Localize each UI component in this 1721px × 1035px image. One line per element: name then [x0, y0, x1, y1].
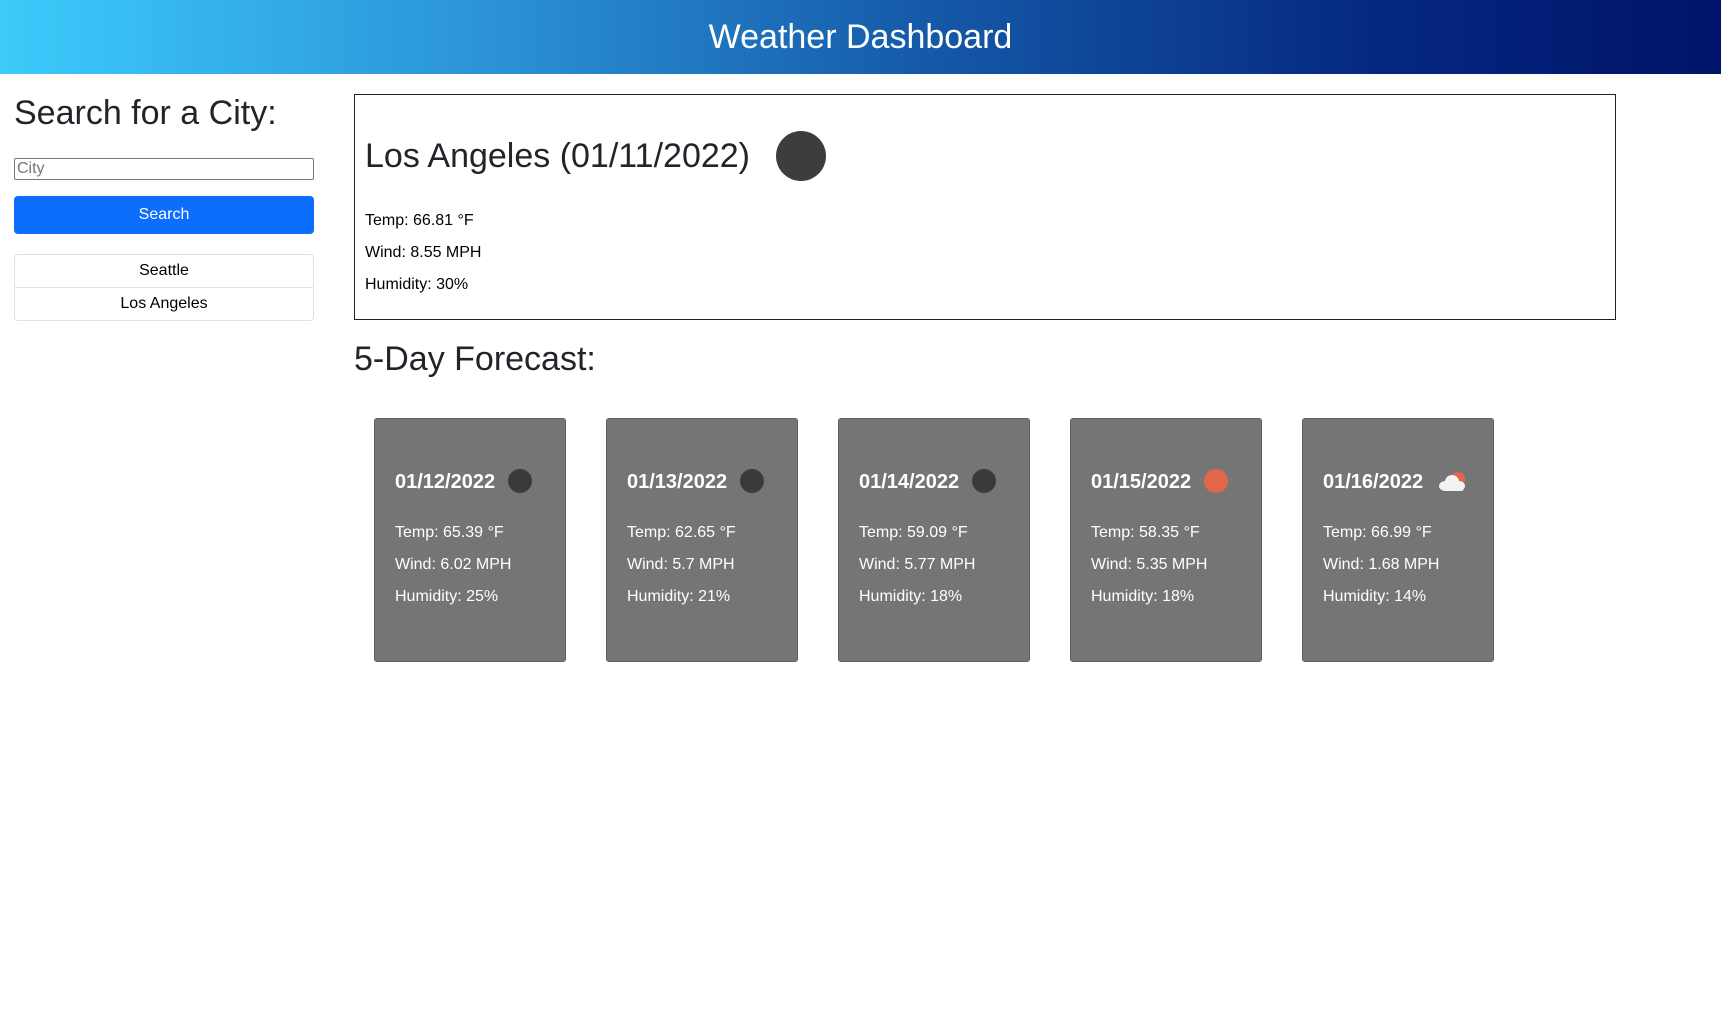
forecast-card-header: 01/12/2022	[395, 469, 545, 495]
forecast-card: 01/16/2022 Temp: 66.99 °F Wind: 1.68 MPH…	[1302, 418, 1494, 662]
forecast-humidity: Humidity: 18%	[1091, 588, 1195, 605]
history-item-seattle[interactable]: Seattle	[15, 255, 313, 287]
city-search-input[interactable]	[14, 158, 314, 180]
sun-icon	[1204, 469, 1230, 495]
forecast-stats: Temp: 58.35 °F Wind: 5.35 MPH Humidity: …	[1091, 517, 1241, 613]
forecast-card-header: 01/16/2022	[1323, 469, 1473, 495]
forecast-date: 01/13/2022	[627, 470, 728, 493]
moon-dark-icon	[508, 469, 534, 495]
forecast-wind: Wind: 5.77 MPH	[859, 556, 976, 573]
forecast-wind: Wind: 5.35 MPH	[1091, 556, 1208, 573]
search-button[interactable]: Search	[14, 196, 314, 234]
forecast-card: 01/14/2022 Temp: 59.09 °F Wind: 5.77 MPH…	[838, 418, 1030, 662]
search-sidebar: Search for a City: Search Seattle Los An…	[14, 90, 314, 321]
forecast-wind: Wind: 1.68 MPH	[1323, 556, 1440, 573]
current-weather-stats: Temp: 66.81 °F Wind: 8.55 MPH Humidity: …	[365, 205, 1605, 301]
forecast-heading: 5-Day Forecast:	[354, 340, 596, 378]
forecast-card-header: 01/14/2022	[859, 469, 1009, 495]
page-title: Weather Dashboard	[708, 17, 1013, 56]
forecast-card: 01/13/2022 Temp: 62.65 °F Wind: 5.7 MPH …	[606, 418, 798, 662]
current-wind: Wind: 8.55 MPH	[365, 244, 482, 261]
forecast-humidity: Humidity: 25%	[395, 588, 499, 605]
forecast-date: 01/12/2022	[395, 470, 496, 493]
history-item-los-angeles[interactable]: Los Angeles	[15, 287, 313, 320]
moon-dark-icon	[740, 469, 766, 495]
forecast-date: 01/15/2022	[1091, 470, 1192, 493]
moon-dark-icon	[776, 131, 826, 181]
forecast-temp: Temp: 58.35 °F	[1091, 524, 1200, 541]
forecast-temp: Temp: 62.65 °F	[627, 524, 736, 541]
forecast-humidity: Humidity: 18%	[859, 588, 963, 605]
forecast-stats: Temp: 66.99 °F Wind: 1.68 MPH Humidity: …	[1323, 517, 1473, 613]
forecast-wind: Wind: 5.7 MPH	[627, 556, 735, 573]
forecast-card: 01/12/2022 Temp: 65.39 °F Wind: 6.02 MPH…	[374, 418, 566, 662]
forecast-humidity: Humidity: 21%	[627, 588, 731, 605]
forecast-wind: Wind: 6.02 MPH	[395, 556, 512, 573]
forecast-humidity: Humidity: 14%	[1323, 588, 1427, 605]
forecast-card: 01/15/2022 Temp: 58.35 °F Wind: 5.35 MPH…	[1070, 418, 1262, 662]
current-weather-panel: Los Angeles (01/11/2022) Temp: 66.81 °F …	[354, 94, 1616, 320]
moon-dark-icon	[972, 469, 998, 495]
forecast-stats: Temp: 59.09 °F Wind: 5.77 MPH Humidity: …	[859, 517, 1009, 613]
forecast-card-header: 01/13/2022	[627, 469, 777, 495]
search-heading: Search for a City:	[14, 94, 277, 132]
current-temp: Temp: 66.81 °F	[365, 212, 474, 229]
forecast-cards: 01/12/2022 Temp: 65.39 °F Wind: 6.02 MPH…	[374, 418, 1494, 662]
cloud-sun-icon	[1436, 469, 1468, 495]
forecast-temp: Temp: 65.39 °F	[395, 524, 504, 541]
forecast-temp: Temp: 66.99 °F	[1323, 524, 1432, 541]
app-header: Weather Dashboard	[0, 0, 1721, 74]
current-city-title: Los Angeles (01/11/2022)	[365, 136, 750, 175]
forecast-stats: Temp: 62.65 °F Wind: 5.7 MPH Humidity: 2…	[627, 517, 777, 613]
current-humidity: Humidity: 30%	[365, 276, 469, 293]
current-weather-header: Los Angeles (01/11/2022)	[365, 131, 1605, 181]
search-history-list: Seattle Los Angeles	[14, 254, 314, 321]
forecast-card-header: 01/15/2022	[1091, 469, 1241, 495]
forecast-stats: Temp: 65.39 °F Wind: 6.02 MPH Humidity: …	[395, 517, 545, 613]
forecast-date: 01/14/2022	[859, 470, 960, 493]
forecast-date: 01/16/2022	[1323, 470, 1424, 493]
forecast-temp: Temp: 59.09 °F	[859, 524, 968, 541]
